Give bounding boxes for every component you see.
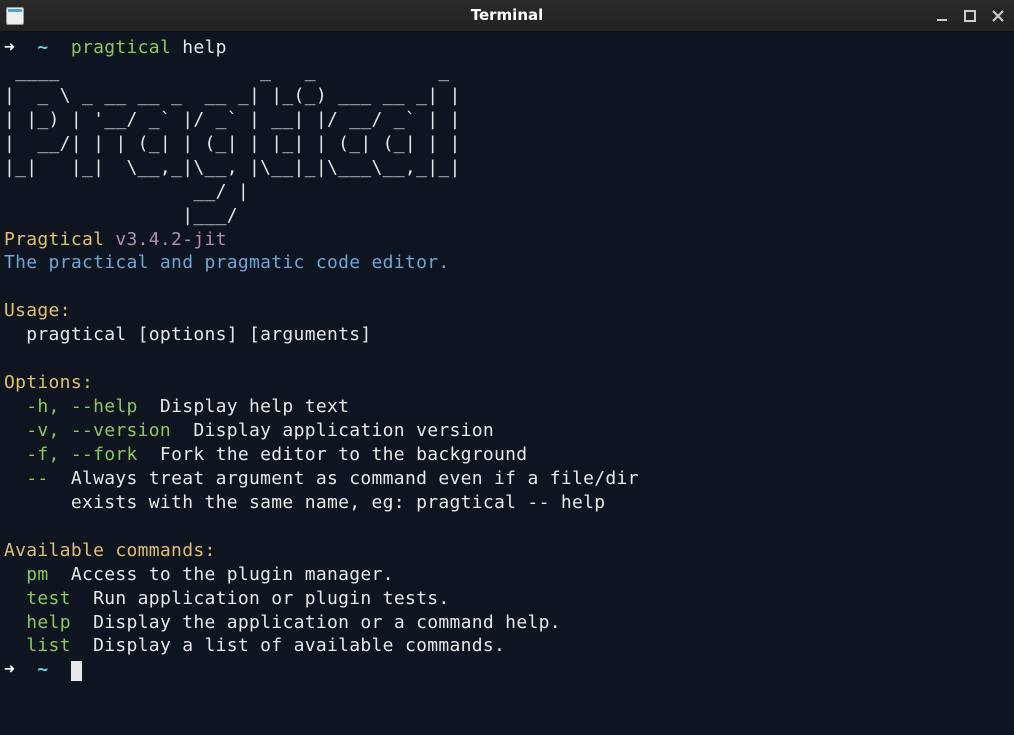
cursor	[71, 661, 82, 681]
ascii-logo: ____ _ _ _ | _ \ _ __ __ _ __ _| |_(_) _…	[4, 61, 461, 226]
app-tagline: The practical and pragmatic code editor.	[4, 252, 449, 273]
command-key: test	[26, 588, 71, 609]
command-arg: help	[182, 37, 227, 58]
window-controls	[932, 6, 1008, 26]
command-desc: Access to the plugin manager.	[49, 564, 394, 585]
option-flag: --	[26, 468, 48, 489]
usage-header: Usage:	[4, 300, 71, 321]
option-desc: Fork the editor to the background	[138, 444, 528, 465]
app-version: v3.4.2-jit	[115, 229, 226, 250]
prompt-cwd: ~	[37, 659, 48, 680]
command-desc: Run application or plugin tests.	[71, 588, 450, 609]
window-title: Terminal	[471, 6, 544, 26]
commands-header: Available commands:	[4, 540, 216, 561]
option-flag: -v, --version	[26, 420, 171, 441]
option-desc-continuation: exists with the same name, eg: pragtical…	[4, 492, 605, 513]
titlebar: Terminal	[0, 0, 1014, 32]
app-icon	[6, 7, 24, 25]
command-desc: Display the application or a command hel…	[71, 612, 561, 633]
maximize-button[interactable]	[960, 6, 980, 26]
option-desc: Display application version	[171, 420, 494, 441]
command-key: help	[26, 612, 71, 633]
app-name: Pragtical	[4, 229, 104, 250]
command-key: list	[26, 635, 71, 656]
command-desc: Display a list of available commands.	[71, 635, 505, 656]
option-flag: -h, --help	[26, 396, 137, 417]
usage-line: pragtical [options] [arguments]	[4, 324, 372, 345]
terminal-output[interactable]: ➜ ~ pragtical help ____ _ _ _ | _ \ _ __…	[0, 32, 1014, 686]
prompt-cwd: ~	[37, 37, 48, 58]
option-desc: Display help text	[138, 396, 350, 417]
close-button[interactable]	[988, 6, 1008, 26]
command-name: pragtical	[71, 37, 171, 58]
option-flag: -f, --fork	[26, 444, 137, 465]
prompt-arrow: ➜	[4, 37, 15, 58]
minimize-button[interactable]	[932, 6, 952, 26]
option-desc: Always treat argument as command even if…	[49, 468, 639, 489]
options-header: Options:	[4, 372, 93, 393]
prompt-arrow: ➜	[4, 659, 15, 680]
command-key: pm	[26, 564, 48, 585]
